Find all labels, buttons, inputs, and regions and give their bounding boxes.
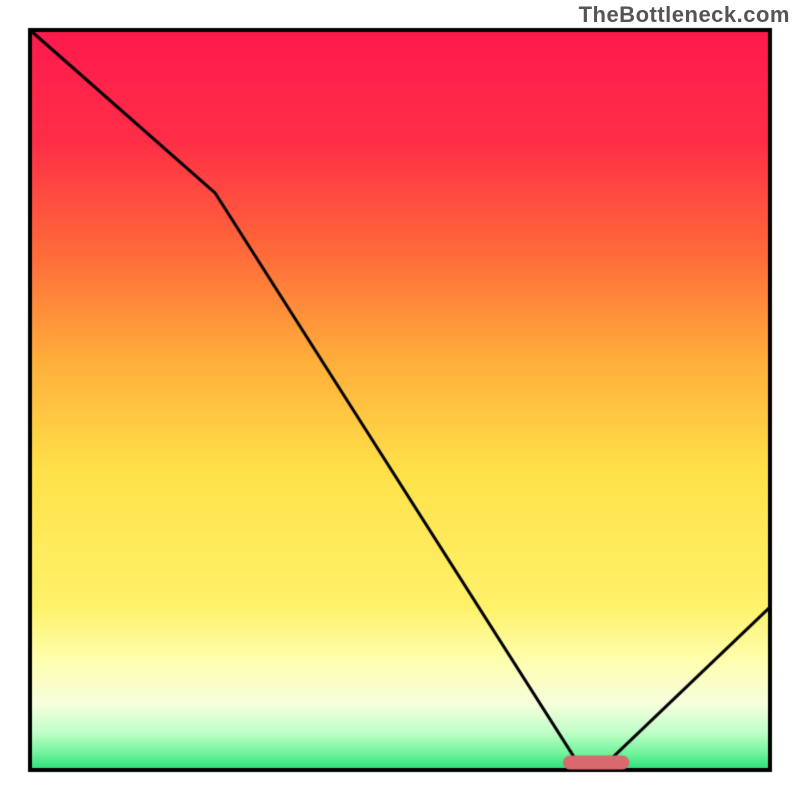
chart-frame: TheBottleneck.com bbox=[0, 0, 800, 800]
watermark-text: TheBottleneck.com bbox=[579, 2, 790, 28]
chart-canvas bbox=[0, 0, 800, 800]
